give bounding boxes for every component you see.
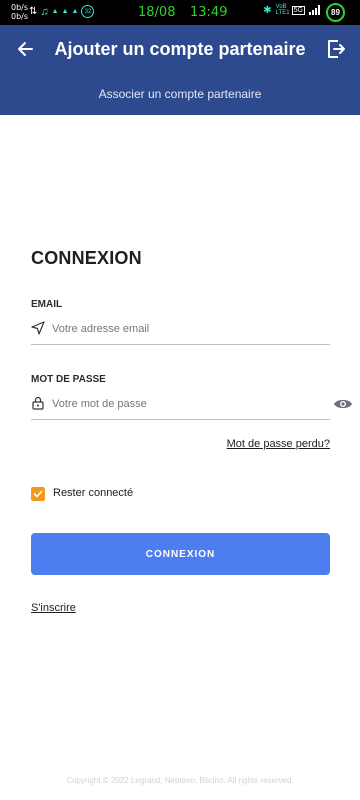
status-date: 18/08	[138, 5, 176, 20]
network-speed: 0b/s 0b/s	[11, 3, 28, 21]
logout-icon	[328, 40, 345, 58]
status-time: 13:49	[190, 5, 228, 20]
notification-icon: ▲	[51, 8, 59, 15]
page-subtitle: Associer un compte partenaire	[98, 87, 262, 101]
login-button[interactable]: CONNEXION	[31, 533, 330, 575]
arrow-left-icon	[18, 42, 33, 56]
logout-button[interactable]	[324, 37, 348, 61]
upload-speed: 0b/s	[11, 3, 29, 12]
download-speed: 0b/s	[11, 12, 29, 21]
lock-icon	[32, 396, 44, 410]
check-icon	[33, 490, 43, 498]
status-bar: 0b/s 0b/s ⇅ ♫ ▲ ▲ ▲ 32 18/08 13:49 ✱ VoB…	[0, 0, 360, 25]
email-field[interactable]	[52, 319, 322, 339]
remember-me-checkbox[interactable]	[31, 487, 45, 501]
notification-badge-icon: 32	[81, 5, 95, 18]
battery-indicator: 89	[326, 3, 345, 22]
back-button[interactable]	[13, 37, 37, 61]
app-header: Ajouter un compte partenaire Associer un…	[0, 25, 360, 115]
notification-icon: ▲	[71, 8, 79, 15]
notification-icon: ▲	[61, 8, 69, 15]
volte-indicator: VoB LTE1	[275, 4, 290, 16]
status-right-icons: ✱ VoB LTE1 5G	[263, 4, 320, 16]
page-title: Ajouter un compte partenaire	[54, 39, 306, 59]
data-transfer-icon: ⇅	[29, 6, 38, 17]
remember-me-label[interactable]: Rester connecté	[53, 487, 133, 499]
eye-icon[interactable]	[333, 397, 353, 411]
signup-link[interactable]: S'inscrire	[31, 602, 76, 614]
screen: 0b/s 0b/s ⇅ ♫ ▲ ▲ ▲ 32 18/08 13:49 ✱ VoB…	[0, 0, 360, 800]
email-field-row	[31, 319, 330, 345]
signal-icon	[309, 5, 320, 15]
network-type: 5G	[291, 5, 305, 15]
music-icon: ♫	[40, 5, 49, 18]
forgot-password-link[interactable]: Mot de passe perdu?	[227, 438, 330, 450]
password-label: MOT DE PASSE	[31, 374, 106, 385]
send-icon	[31, 321, 45, 335]
form-title: CONNEXION	[31, 248, 142, 268]
email-label: EMAIL	[31, 299, 63, 310]
copyright-text: Copyright © 2022 Legrand, Netatmo, Btici…	[66, 776, 294, 785]
bluetooth-icon: ✱	[263, 4, 272, 16]
notification-icons: ⇅ ♫ ▲ ▲ ▲ 32	[29, 5, 95, 18]
password-field-row	[31, 394, 330, 420]
password-field[interactable]	[52, 394, 322, 414]
